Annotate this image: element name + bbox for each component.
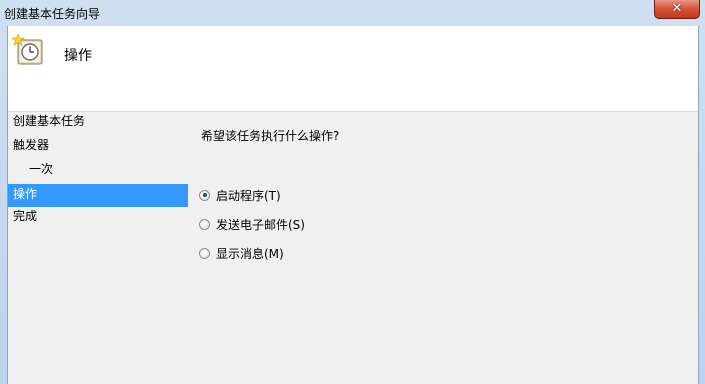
step-create-basic-task[interactable]: 创建基本任务 — [8, 112, 188, 136]
step-trigger[interactable]: 触发器 — [8, 136, 188, 160]
option-show-message[interactable]: 显示消息(M) — [199, 244, 284, 262]
close-icon: ✕ — [671, 1, 683, 16]
title-bar[interactable]: 创建基本任务向导 ✕ — [0, 0, 705, 26]
option-send-email[interactable]: 发送电子邮件(S) — [199, 215, 305, 233]
task-scheduler-clock-icon — [12, 33, 43, 65]
step-once[interactable]: 一次 — [8, 160, 188, 184]
action-question: 希望该任务执行什么操作? — [201, 129, 340, 143]
radio-show-message[interactable] — [199, 247, 210, 259]
radio-start-program[interactable] — [199, 189, 210, 201]
step-action[interactable]: 操作 — [8, 184, 188, 207]
option-send-email-label: 发送电子邮件(S) — [216, 217, 305, 232]
option-show-message-label: 显示消息(M) — [216, 246, 284, 261]
wizard-client-area: 操作 创建基本任务 触发器 一次 操作 完成 希望该任务执行什么操作? 启动程序… — [7, 26, 699, 384]
radio-send-email[interactable] — [199, 218, 210, 230]
step-finish[interactable]: 完成 — [8, 207, 188, 231]
wizard-header: 操作 — [8, 26, 698, 112]
close-button[interactable]: ✕ — [654, 0, 700, 19]
wizard-window: 创建基本任务向导 ✕ 操作 创建基本任务 触发器 一次 操作 完成 希望该任务执… — [0, 0, 705, 384]
page-title: 操作 — [64, 48, 92, 64]
window-title: 创建基本任务向导 — [4, 7, 101, 21]
option-start-program-label: 启动程序(T) — [216, 188, 281, 203]
wizard-steps-list: 创建基本任务 触发器 一次 操作 完成 — [8, 112, 188, 231]
option-start-program[interactable]: 启动程序(T) — [199, 186, 281, 204]
